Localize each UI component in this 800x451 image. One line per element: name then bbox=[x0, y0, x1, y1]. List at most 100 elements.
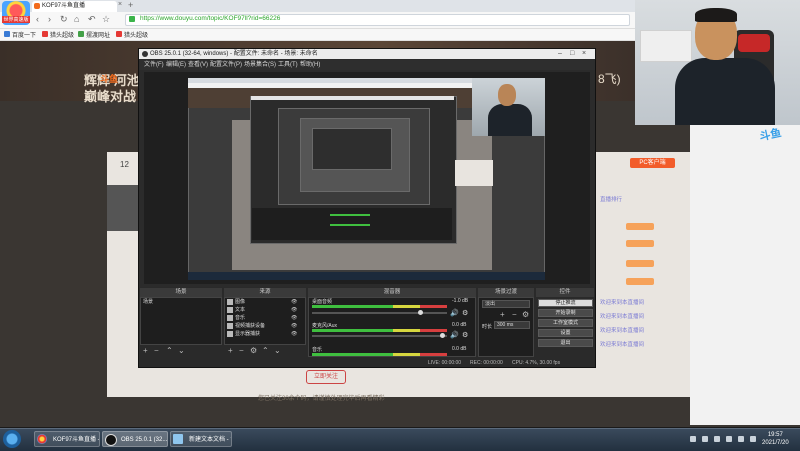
webcam-shelf bbox=[640, 30, 692, 62]
scenes-down-icon[interactable]: ⌄ bbox=[178, 346, 185, 355]
preview-webcam-head bbox=[498, 84, 516, 106]
url-text[interactable]: https://www.douyu.com/topic/KOF97ll?rid=… bbox=[140, 15, 280, 22]
transition-select[interactable]: 淡出 bbox=[482, 300, 530, 308]
start-button-icon[interactable] bbox=[3, 430, 21, 448]
undo-icon[interactable]: ↶ bbox=[88, 14, 96, 25]
mixer-dock-header: 混音器 bbox=[308, 288, 476, 297]
new-tab-icon[interactable]: + bbox=[128, 0, 133, 10]
speaker-icon[interactable]: 🔊 bbox=[450, 331, 459, 339]
follow-button[interactable]: 立即关注 bbox=[306, 370, 346, 384]
browser-tab[interactable]: KOF97斗鱼直播 bbox=[32, 1, 117, 12]
mixer-channel-name: 音乐 bbox=[312, 347, 323, 353]
clock[interactable]: 19:57 2021/7/20 bbox=[762, 431, 789, 447]
volume-slider[interactable] bbox=[312, 312, 447, 314]
mixer-channel-name: 麦克风/Aux bbox=[312, 323, 338, 329]
network-icon[interactable] bbox=[714, 436, 720, 442]
settings-button[interactable]: 设置 bbox=[538, 329, 593, 337]
tray-icon[interactable] bbox=[690, 436, 696, 442]
transition-settings-icon[interactable]: ⚙ bbox=[522, 310, 529, 319]
home-icon[interactable]: ⌂ bbox=[74, 14, 79, 24]
audio-meter bbox=[312, 329, 447, 332]
rank-badge bbox=[626, 278, 654, 285]
tray-icon[interactable] bbox=[702, 436, 708, 442]
scenes-dock-header: 场景 bbox=[140, 288, 222, 297]
preview-nested-meter bbox=[330, 224, 370, 226]
bookmark-icon bbox=[116, 31, 122, 37]
volume-slider[interactable] bbox=[312, 335, 447, 337]
list-item: 欢迎来到本直播间 bbox=[600, 300, 645, 306]
sources-add-icon[interactable]: + bbox=[228, 346, 233, 355]
rec-status: REC: 00:00:00 bbox=[470, 360, 503, 366]
bookmark-icon bbox=[42, 31, 48, 37]
menu-edit[interactable]: 编辑(E) bbox=[166, 60, 186, 70]
pc-client-badge[interactable]: PC客户端 bbox=[630, 158, 675, 168]
sources-up-icon[interactable]: ⌃ bbox=[262, 346, 269, 355]
list-item: 直播排行 bbox=[600, 197, 623, 203]
bookmark-icon bbox=[4, 31, 10, 37]
close-icon[interactable]: × bbox=[582, 49, 586, 59]
duration-input[interactable]: 300 ms bbox=[494, 321, 530, 329]
bookmark-item[interactable]: 摆渡网址 bbox=[86, 30, 110, 39]
scenes-remove-icon[interactable]: − bbox=[154, 346, 159, 355]
visibility-icons[interactable]: 👁 👁 👁 👁 👁 bbox=[291, 298, 297, 338]
volume-slider-knob[interactable] bbox=[440, 333, 445, 338]
sources-down-icon[interactable]: ⌄ bbox=[274, 346, 281, 355]
exit-button[interactable]: 退出 bbox=[538, 339, 593, 347]
mixer-channel-level: 0.0 dB bbox=[452, 346, 467, 352]
bookmark-item[interactable]: 猎头超级 bbox=[50, 30, 74, 39]
scenes-add-icon[interactable]: + bbox=[143, 346, 148, 355]
speaker-icon[interactable]: 🔊 bbox=[450, 309, 459, 317]
menu-scene-collection[interactable]: 场景集合(S) bbox=[244, 60, 276, 70]
browser-logo-label: 世界高速版 bbox=[2, 16, 30, 23]
obs-title: OBS 25.0.1 (32-64, windows) - 配置文件: 未命名 … bbox=[150, 51, 318, 57]
bookmark-item[interactable]: 猎头超级 bbox=[124, 30, 148, 39]
reload-icon[interactable]: ↻ bbox=[60, 14, 68, 25]
live-status: LIVE: 00:00:00 bbox=[428, 360, 462, 366]
flag-icon[interactable] bbox=[738, 436, 744, 442]
stop-streaming-button[interactable]: 停止推流 bbox=[538, 299, 593, 307]
cpu-status: CPU: 4.7%, 30.00 fps bbox=[512, 360, 561, 366]
mixer-channel-level: -1.0 dB bbox=[452, 298, 469, 304]
stream-title-suffix: 8飞) bbox=[598, 72, 621, 86]
list-item: 欢迎来到本直播间 bbox=[600, 328, 645, 334]
mixer-settings-icon[interactable]: ⚙ bbox=[462, 331, 468, 339]
menu-help[interactable]: 帮助(H) bbox=[300, 60, 320, 70]
favorite-icon[interactable]: ☆ bbox=[102, 14, 110, 25]
maximize-icon[interactable]: □ bbox=[570, 49, 574, 59]
preview-right-list bbox=[455, 160, 493, 186]
clock-date: 2021/7/20 bbox=[762, 440, 789, 446]
volume-slider-knob[interactable] bbox=[418, 310, 423, 315]
bookmark-item[interactable]: 百度一下 bbox=[12, 30, 36, 39]
menu-tools[interactable]: 工具(T) bbox=[278, 60, 298, 70]
scenes-up-icon[interactable]: ⌃ bbox=[166, 346, 173, 355]
webcam-chair-accent bbox=[738, 34, 770, 52]
menu-profile[interactable]: 配置文件(P) bbox=[210, 60, 242, 70]
input-method-icon[interactable] bbox=[750, 436, 756, 442]
start-recording-button[interactable]: 开始录制 bbox=[538, 309, 593, 317]
duration-label: 时长 bbox=[482, 324, 493, 330]
webcam-person-body bbox=[675, 58, 775, 125]
douyu-logo[interactable]: 斗鱼 bbox=[100, 72, 118, 85]
rank-badge bbox=[626, 240, 654, 247]
back-icon[interactable]: ‹ bbox=[36, 14, 39, 24]
rank-badge bbox=[626, 260, 654, 267]
menu-view[interactable]: 查看(V) bbox=[188, 60, 208, 70]
menu-file[interactable]: 文件(F) bbox=[144, 60, 164, 70]
mixer-channel-name: 桌面音频 bbox=[312, 299, 333, 305]
sources-settings-icon[interactable]: ⚙ bbox=[250, 346, 257, 355]
sources-remove-icon[interactable]: − bbox=[239, 346, 244, 355]
douyu-favicon-icon bbox=[34, 3, 40, 9]
list-item: 欢迎来到本直播间 bbox=[600, 314, 645, 320]
forward-icon[interactable]: › bbox=[48, 14, 51, 24]
audio-meter bbox=[312, 353, 447, 356]
mixer-settings-icon[interactable]: ⚙ bbox=[462, 309, 468, 317]
scene-item[interactable]: 场景 bbox=[143, 298, 153, 305]
rank-badge bbox=[626, 223, 654, 230]
tab-close-icon[interactable]: × bbox=[118, 1, 122, 8]
obs-task-icon bbox=[105, 434, 117, 446]
transition-remove-icon[interactable]: − bbox=[512, 310, 517, 319]
studio-mode-button[interactable]: 工作室模式 bbox=[538, 319, 593, 327]
minimize-icon[interactable]: – bbox=[558, 49, 562, 59]
transition-add-icon[interactable]: + bbox=[500, 310, 505, 319]
volume-icon[interactable] bbox=[726, 436, 732, 442]
